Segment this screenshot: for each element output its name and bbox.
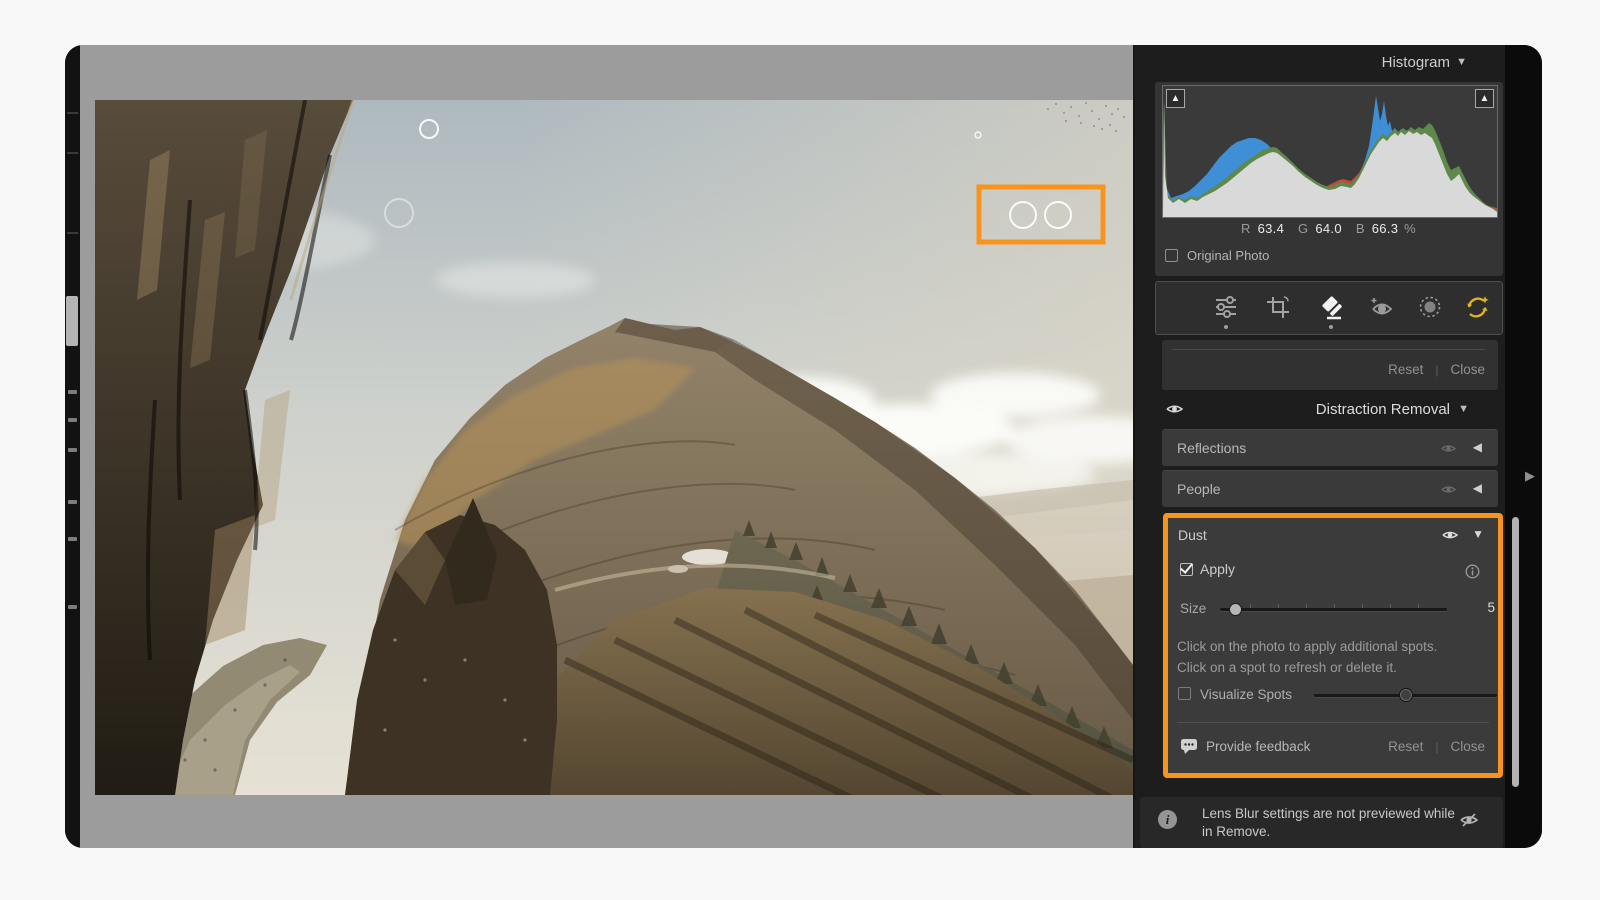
crop-icon[interactable] [1262,291,1294,323]
tool-options-panel: Reset | Close [1162,340,1498,390]
rgb-readout: R 63.4 G 64.0 B 66.3 % [1162,221,1498,236]
shadow-clipping-button[interactable]: ▲ [1166,89,1185,108]
reset-button[interactable]: Reset [1388,362,1423,377]
tool-active-dot [1329,325,1333,329]
dust-eye-icon[interactable] [1442,528,1458,546]
size-value: 5 [1487,600,1495,615]
g-value: 64.0 [1315,221,1342,236]
lightroom-window: Histogram ▼ ▲ ▲ R 63.4 G 64.0 B [65,45,1542,848]
panel-scrollbar[interactable] [1512,517,1519,787]
dust-help-text: Click on the photo to apply additional s… [1177,636,1437,678]
lens-blur-info-bar: i Lens Blur settings are not previewed w… [1140,797,1503,848]
edit-sliders-icon[interactable] [1210,291,1242,323]
left-panel-fragment [66,296,78,346]
b-value: 66.3 [1372,221,1399,236]
sync-icon[interactable] [1461,291,1493,323]
people-section[interactable]: People ◀ [1162,470,1498,507]
close-button[interactable]: Close [1450,362,1485,377]
original-photo-label: Original Photo [1187,248,1269,263]
dust-close-button[interactable]: Close [1450,739,1485,754]
right-edge-strip: ▶ [1505,45,1542,848]
remove-eraser-icon[interactable] [1315,291,1347,323]
panel-expand-chevron[interactable]: ▶ [1525,468,1535,484]
info-line-1: Lens Blur settings are not previewed whi… [1202,805,1455,823]
dust-reset-button[interactable]: Reset [1388,739,1423,754]
develop-canvas [80,45,1133,848]
info-icon: i [1158,810,1177,829]
visualize-slider-thumb[interactable] [1399,688,1413,702]
eye-off-icon[interactable] [1459,812,1479,833]
distraction-removal-title: Distraction Removal [1316,401,1450,418]
photo[interactable] [95,100,1133,795]
size-slider[interactable] [1220,608,1447,611]
size-label: Size [1180,601,1206,616]
collapse-icon[interactable]: ▼ [1456,56,1467,68]
dust-section-callout: Dust ▼ Apply Size [1163,513,1503,778]
tool-active-dot [1224,325,1228,329]
provide-feedback-button[interactable]: Provide feedback [1180,738,1310,754]
r-label: R [1241,221,1251,236]
histogram-chart[interactable]: ▲ ▲ [1162,85,1498,218]
histogram-title: Histogram [1382,54,1450,71]
visualize-spots-checkbox[interactable] [1178,687,1191,700]
original-photo-checkbox[interactable] [1165,249,1178,262]
visualize-spots-slider[interactable] [1314,694,1497,697]
distraction-removal-header[interactable]: Distraction Removal ▼ [1135,394,1505,427]
dust-label: Dust [1178,527,1207,543]
histogram-header[interactable]: Histogram ▼ [1135,45,1505,82]
dust-section[interactable]: Dust ▼ [1168,518,1498,551]
people-eye-icon[interactable] [1441,482,1456,500]
info-line-2: in Remove. [1202,823,1455,841]
reflections-label: Reflections [1177,440,1246,456]
toolstrip [1155,281,1503,335]
b-label: B [1356,221,1365,236]
red-eye-icon[interactable] [1366,291,1398,323]
apply-checkbox[interactable] [1180,563,1193,576]
g-label: G [1298,221,1308,236]
collapse-icon[interactable]: ▼ [1472,527,1484,541]
expand-icon[interactable]: ◀ [1473,440,1482,454]
percent-sign: % [1404,221,1416,236]
panel-eye-icon[interactable] [1166,402,1183,420]
left-panel-sliver [65,45,80,848]
r-value: 63.4 [1258,221,1285,236]
histogram-plot [1163,86,1497,217]
apply-label: Apply [1200,561,1235,577]
people-label: People [1177,481,1221,497]
reflections-eye-icon[interactable] [1441,441,1456,459]
expand-icon[interactable]: ◀ [1473,481,1482,495]
reflections-section[interactable]: Reflections ◀ [1162,429,1498,466]
page: Histogram ▼ ▲ ▲ R 63.4 G 64.0 B [0,0,1600,900]
highlight-clipping-button[interactable]: ▲ [1475,89,1494,108]
visualize-spots-label: Visualize Spots [1200,687,1292,702]
histogram-section: ▲ ▲ R 63.4 G 64.0 B 66.3 % Original Phot… [1155,82,1503,276]
collapse-icon[interactable]: ▼ [1458,403,1469,415]
masking-icon[interactable] [1414,291,1446,323]
size-slider-thumb[interactable] [1229,603,1242,616]
info-icon[interactable] [1465,564,1480,584]
feedback-bubble-icon [1180,738,1198,754]
